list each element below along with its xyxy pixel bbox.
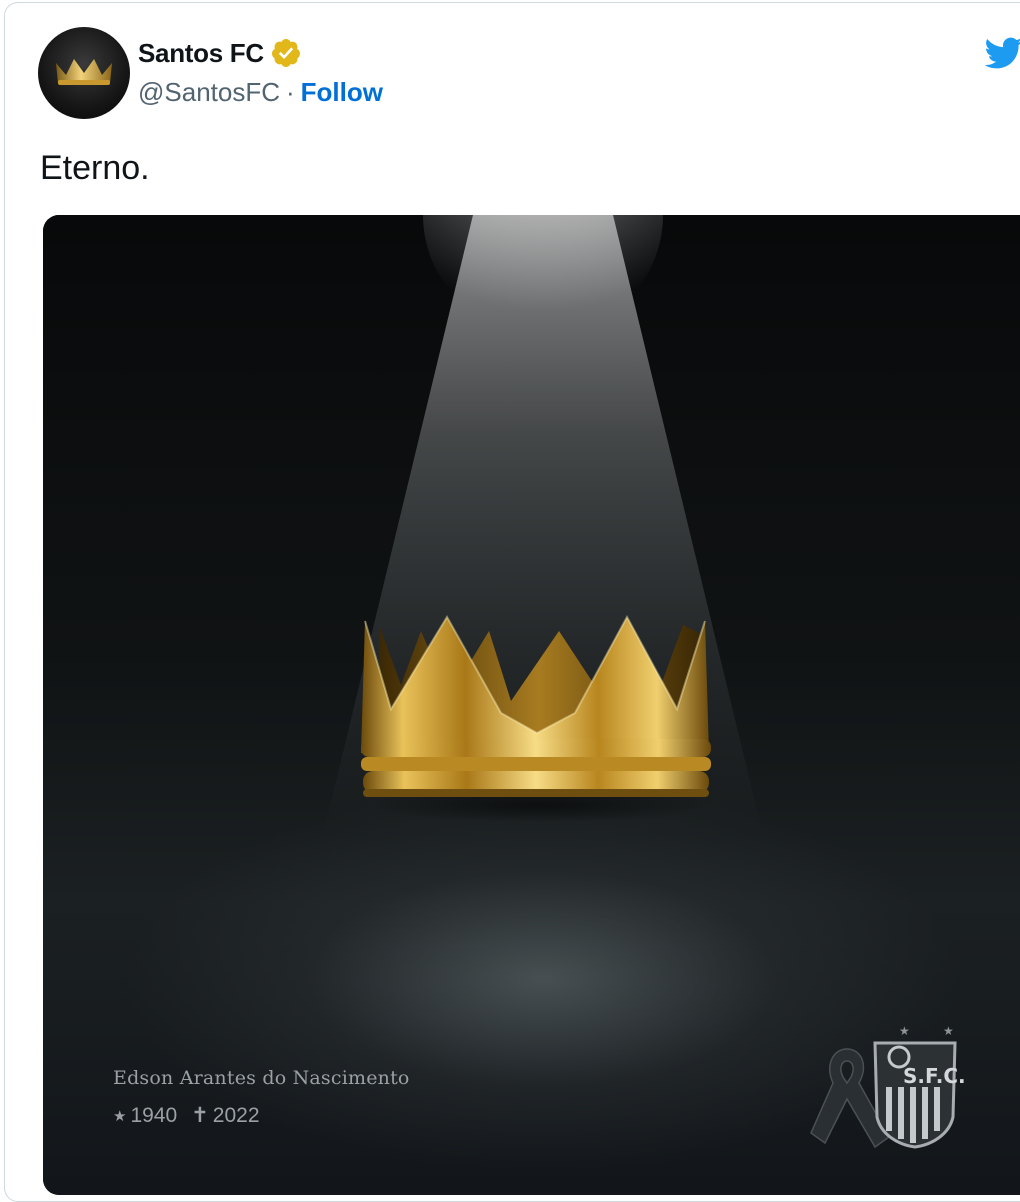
tweet-card: Santos FC @SantosFC · Follow Eterno. Eds… <box>4 2 1020 1202</box>
birth-year: 1940 <box>130 1103 178 1127</box>
follow-button[interactable]: Follow <box>301 77 383 108</box>
birth-star-icon: ★ <box>113 1107 127 1125</box>
crest-text: S.F.C. <box>903 1064 966 1088</box>
twitter-bird-icon[interactable] <box>981 33 1020 73</box>
svg-text:★: ★ <box>899 1024 910 1038</box>
avatar[interactable] <box>38 27 130 119</box>
separator-dot: · <box>286 77 295 107</box>
avatar-crown-icon <box>56 59 112 85</box>
santos-crest-logo: ★ ★ S.F.C. <box>810 1024 966 1149</box>
death-cross-icon: ✝ <box>191 1104 209 1127</box>
display-name[interactable]: Santos FC <box>138 38 264 69</box>
death-year: 2022 <box>212 1103 260 1127</box>
tweet-media-image[interactable]: Edson Arantes do Nascimento ★ 1940 ✝ 202… <box>43 215 1020 1195</box>
crown-icon <box>361 614 711 823</box>
handle[interactable]: @SantosFC <box>138 77 280 108</box>
caption-dates: ★ 1940 ✝ 2022 <box>113 1103 260 1128</box>
verified-badge-icon <box>270 37 302 69</box>
tweet-text: Eterno. <box>40 149 150 187</box>
svg-text:★: ★ <box>943 1024 954 1038</box>
caption-name: Edson Arantes do Nascimento <box>113 1067 410 1089</box>
